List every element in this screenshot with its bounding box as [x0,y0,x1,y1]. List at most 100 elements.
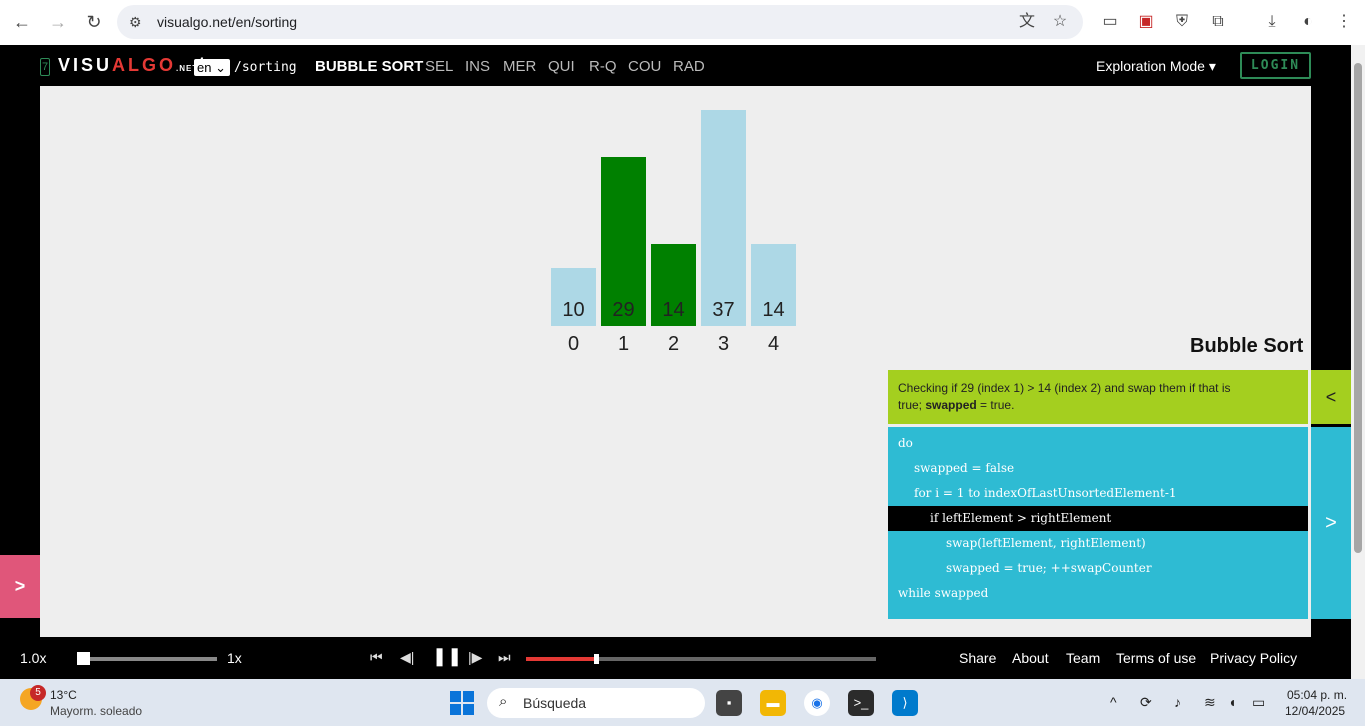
chrome-icon[interactable]: ◉ [804,690,830,716]
logo-badge-icon[interactable]: 7 [40,58,50,76]
tab-quick-sort[interactable]: QUI [548,58,575,75]
site-info-icon[interactable]: ⚙ [129,14,142,31]
battery-icon[interactable]: ▭ [1252,694,1265,711]
playback-bar: 1.0x 1x ⏮ ◀| ❚❚ |▶ ⏭ Share About Team Te… [0,637,1351,679]
speed-label: 1.0x [20,650,47,666]
tab-merge-sort[interactable]: MER [503,58,536,75]
weather-temperature[interactable]: 13°C [50,688,77,702]
terminal-icon[interactable]: >_ [848,690,874,716]
step-forward-icon[interactable]: |▶ [468,649,482,666]
back-icon[interactable]: ← [11,11,33,33]
tab-search-icon[interactable]: ▭ [1100,12,1120,32]
tab-radix-sort[interactable]: RAD [673,58,705,75]
scrollbar-thumb[interactable] [1354,63,1362,553]
visualgo-page: 7 VISUALGO.NET/ en ⌄ /sorting BUBBLE SOR… [0,45,1365,679]
go-to-start-icon[interactable]: ⏮ [370,649,383,666]
speed-slider[interactable] [80,657,217,661]
algorithm-title: Bubble Sort [1190,335,1304,357]
privacy-link[interactable]: Privacy Policy [1210,650,1297,666]
extensions-icon[interactable]: ⧉ [1208,12,1228,32]
microphone-icon[interactable]: ♪ [1174,694,1181,710]
shield-extension-icon[interactable]: ⛨ [1172,12,1192,32]
status-text-end: = true. [976,398,1015,412]
bookmark-star-icon[interactable]: ☆ [1050,12,1070,32]
logo-part-visu: VISU [58,55,113,75]
page-scrollbar[interactable] [1351,45,1365,679]
taskbar-search[interactable]: ⌕ Búsqueda [487,688,705,718]
status-text: Checking if 29 (index 1) > 14 (index 2) … [898,381,1231,395]
array-bar [701,110,746,326]
tab-insertion-sort[interactable]: INS [465,58,490,75]
visualgo-logo[interactable]: VISUALGO.NET/ [58,55,206,76]
bar-value-label: 37 [712,299,735,321]
tab-bubble-sort[interactable]: BUBBLE SORT [315,58,423,75]
tab-random-quick-sort[interactable]: R-Q [589,58,617,75]
progress-slider[interactable] [526,654,876,664]
volume-icon[interactable]: ◖ [1228,694,1236,710]
start-menu-icon[interactable] [450,691,474,715]
login-button[interactable]: LOGIN [1240,52,1311,79]
clock-date[interactable]: 12/04/2025 [1285,704,1345,718]
sync-icon[interactable]: ⟳ [1140,694,1152,711]
language-select[interactable]: en ⌄ [194,59,230,76]
url-text[interactable]: visualgo.net/en/sorting [157,14,297,30]
share-link[interactable]: Share [959,650,996,666]
vscode-icon[interactable]: ⟩ [892,690,918,716]
bar-index-label: 2 [667,333,680,355]
step-backward-icon[interactable]: ◀| [400,649,414,666]
status-collapse-button[interactable]: < [1311,370,1351,424]
speed-slider-handle[interactable] [77,652,90,665]
pseudocode-text: if leftElement > rightElement [930,511,1112,525]
about-link[interactable]: About [1012,650,1049,666]
bar-index-label: 3 [717,333,730,355]
chevron-right-icon: > [1325,512,1337,534]
tray-overflow-icon[interactable]: ^ [1110,694,1117,710]
chevron-right-icon: > [14,576,26,596]
clock-time[interactable]: 05:04 p. m. [1287,688,1347,702]
download-icon[interactable]: ⤓ [1262,12,1282,32]
wifi-icon[interactable]: ≋ [1204,694,1216,711]
pdf-extension-icon[interactable]: ▣ [1136,12,1156,32]
bar-value-label: 14 [762,299,785,321]
progress-handle[interactable] [594,654,599,664]
pause-icon[interactable]: ❚❚ [432,646,462,667]
tab-selection-sort[interactable]: SEL [425,58,453,75]
bar-index-label: 0 [567,333,580,355]
reload-icon[interactable]: ↻ [83,11,105,33]
search-placeholder: Búsqueda [523,695,587,711]
browser-menu-icon[interactable]: ⋮ [1334,12,1354,32]
forward-icon[interactable]: → [47,11,69,33]
translate-icon[interactable]: 文 [1017,12,1037,32]
progress-fill [526,657,596,661]
task-view-icon[interactable]: ▪ [716,690,742,716]
terms-link[interactable]: Terms of use [1116,650,1196,666]
file-explorer-icon[interactable]: ▬ [760,690,786,716]
bar-index-label: 1 [617,333,630,355]
pseudocode-line: swapped = false [888,456,1308,481]
pseudocode-text: for i = 1 to indexOfLastUnsortedElement-… [914,486,1177,500]
bar-value-label: 29 [612,299,635,321]
team-link[interactable]: Team [1066,650,1100,666]
pseudocode-line: for i = 1 to indexOfLastUnsortedElement-… [888,481,1308,506]
status-bold-word: swapped [925,398,977,412]
pseudocode-text: swap(leftElement, rightElement) [946,536,1146,550]
pseudocode-text: while swapped [898,586,989,600]
pseudocode-panel: do swapped = false for i = 1 to indexOfLas… [888,427,1308,619]
profile-icon[interactable]: ◐ [1298,12,1318,32]
weather-description[interactable]: Mayorm. soleado [50,704,142,718]
pseudocode-text: do [898,436,913,450]
tab-counting-sort[interactable]: COU [628,58,661,75]
bar-value-label: 14 [662,299,685,321]
go-to-end-icon[interactable]: ⏭ [498,649,511,666]
pseudocode-text: swapped = true; ++swapCounter [946,561,1152,575]
top-navigation: 7 VISUALGO.NET/ en ⌄ /sorting BUBBLE SOR… [0,45,1351,86]
logo-part-algo: ALGO [112,55,177,75]
weather-badge: 5 [30,685,46,701]
page-path: /sorting [234,60,297,75]
code-collapse-button[interactable]: > [1311,427,1351,619]
pseudocode-line: swap(leftElement, rightElement) [888,531,1308,556]
mode-dropdown[interactable]: Exploration Mode ▾ [1096,58,1216,75]
address-bar[interactable]: ⚙ visualgo.net/en/sorting 文 ☆ [117,5,1083,39]
pseudocode-line: while swapped [888,581,1308,606]
side-panel-toggle[interactable]: > [0,555,40,618]
